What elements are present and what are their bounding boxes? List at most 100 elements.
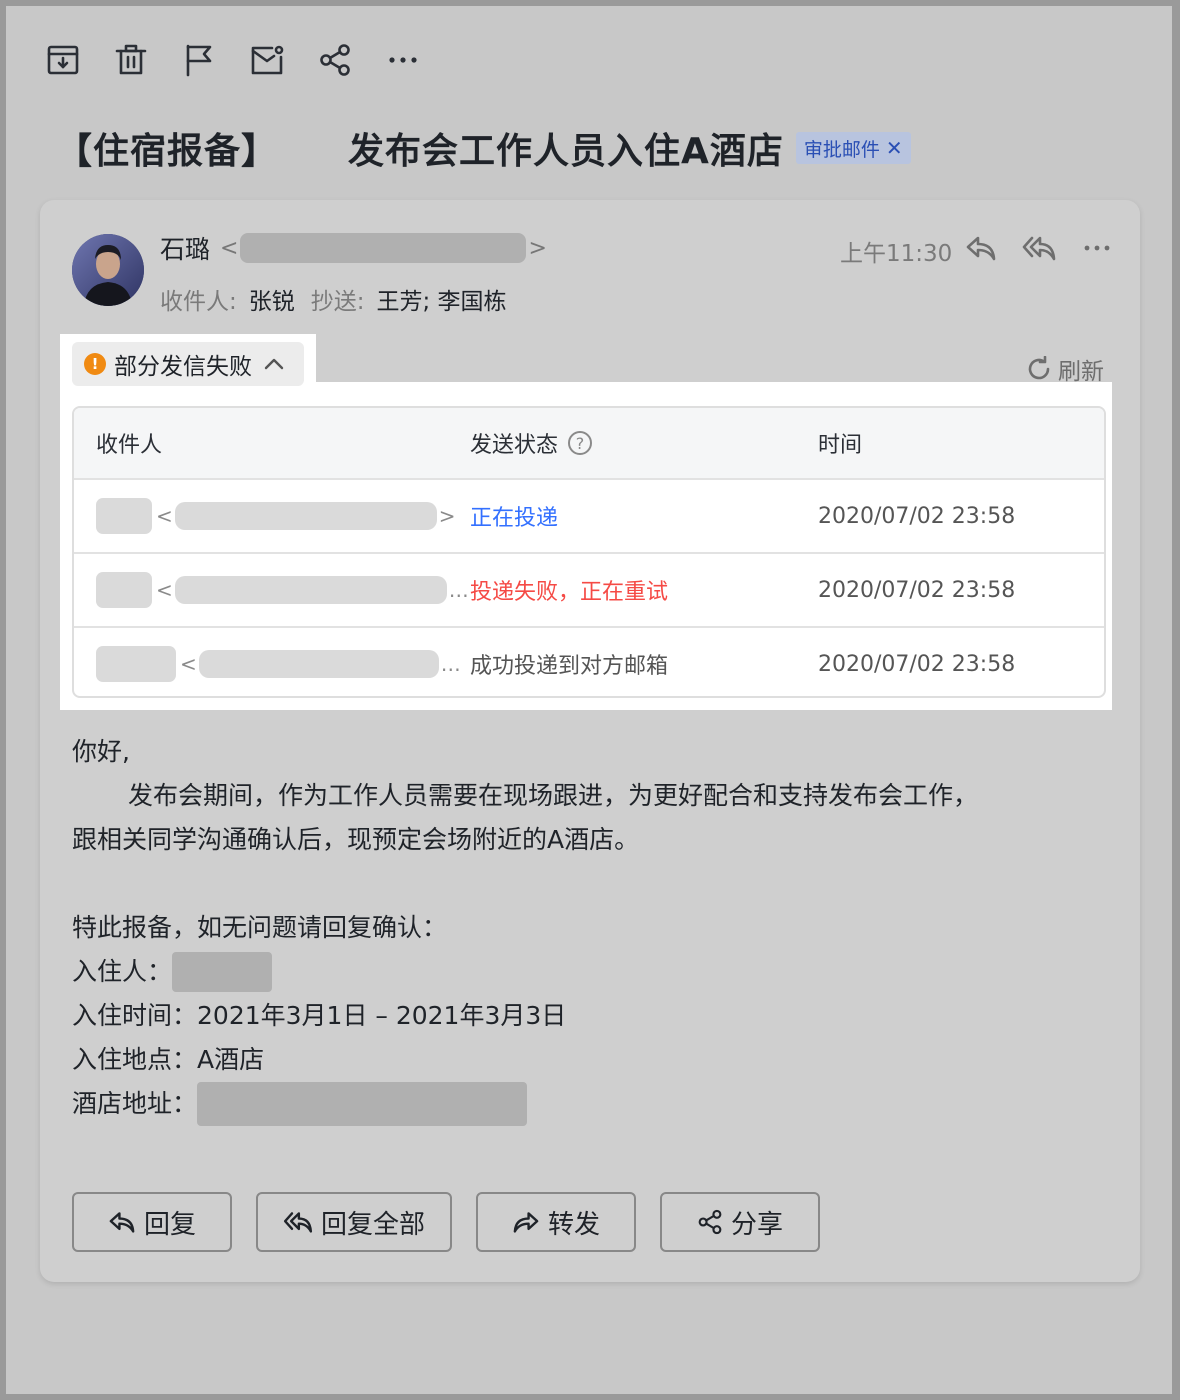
delete-button[interactable]: [110, 40, 152, 80]
mail-subject: 【住宿报备】 发布会工作人员入住A酒店 审批邮件 ✕: [56, 118, 911, 178]
recipient-name-redacted: [96, 572, 152, 608]
recipient-email-redacted: [198, 650, 439, 678]
guest-line: 入住人：: [72, 950, 1112, 994]
help-icon[interactable]: ?: [568, 431, 593, 455]
trash-icon: [115, 44, 147, 75]
subject-title: 发布会工作人员入住A酒店: [348, 131, 784, 172]
avatar[interactable]: [72, 234, 144, 306]
more-icon: [1084, 245, 1110, 251]
row-time: 2020/07/02 23:58: [818, 503, 1016, 529]
mail-window: 【住宿报备】 发布会工作人员入住A酒店 审批邮件 ✕ 石璐 < > 收件人: 张…: [6, 6, 1172, 1394]
body-paragraph: 发布会期间，作为工作人员需要在现场跟进，为更好配合和支持发布会工作，: [128, 781, 979, 810]
subject-prefix: 【住宿报备】: [56, 131, 279, 172]
status-text: 正在投递: [470, 506, 559, 531]
reply-all-icon: [283, 1212, 313, 1233]
place-value: A酒店: [197, 1045, 265, 1074]
toolbar: [42, 40, 424, 80]
forward-icon: [513, 1212, 539, 1233]
date-label: 入住时间：: [72, 1001, 198, 1030]
to-value[interactable]: 张锐: [249, 282, 295, 316]
delivery-fail-label: 部分发信失败: [114, 354, 252, 380]
mark-unread-button[interactable]: [246, 40, 288, 80]
column-time: 时间: [818, 433, 863, 458]
share-toolbar-button[interactable]: [314, 40, 356, 80]
reply-icon: [966, 236, 996, 261]
status-text: 成功投递到对方邮箱: [470, 654, 669, 679]
forward-label: 转发: [547, 1209, 600, 1240]
share-icon: [320, 44, 350, 76]
approval-tag-label: 审批邮件: [803, 138, 880, 161]
guest-redacted: [172, 952, 273, 992]
archive-button[interactable]: [42, 40, 84, 80]
refresh-icon: [1028, 356, 1050, 380]
footer-actions: 回复 回复全部 转发 分享: [72, 1192, 820, 1252]
reply-header-button[interactable]: [962, 230, 1000, 266]
place-label: 入住地点：: [72, 1045, 198, 1074]
sender-name: 石璐: [160, 235, 211, 264]
share-label: 分享: [730, 1209, 783, 1240]
reply-icon: [109, 1212, 135, 1233]
date-line: 入住时间： 2021年3月1日 – 2021年3月3日: [72, 994, 1112, 1038]
row-time: 2020/07/02 23:58: [818, 577, 1016, 603]
refresh-label: 刷新: [1058, 359, 1104, 385]
delivery-fail-toggle[interactable]: ! 部分发信失败: [72, 342, 304, 386]
forward-button[interactable]: 转发: [476, 1192, 636, 1252]
table-row: < … 成功投递到对方邮箱 2020/07/02 23:58: [74, 628, 1104, 696]
flag-button[interactable]: [178, 40, 220, 80]
sender[interactable]: 石璐 < >: [160, 230, 549, 266]
row-recipient: < >: [74, 498, 470, 534]
guest-label: 入住人：: [72, 957, 173, 986]
column-status-label: 发送状态: [470, 433, 559, 458]
table-header: 收件人 发送状态 ? 时间: [74, 408, 1104, 480]
chevron-up-icon: [264, 358, 284, 370]
table-row: < > 正在投递 2020/07/02 23:58: [74, 480, 1104, 554]
delivery-status-table: 收件人 发送状态 ? 时间 < > 正在投递 2020/07/02 23:58: [72, 406, 1106, 698]
column-status: 发送状态 ?: [470, 427, 818, 459]
recipient-email-redacted: [174, 576, 447, 604]
to-label: 收件人:: [160, 289, 237, 315]
mail-card: 石璐 < > 收件人: 张锐 抄送: 王芳; 李国栋 上午11:30 ! 部分发…: [40, 200, 1140, 1282]
reply-all-label: 回复全部: [320, 1209, 425, 1240]
table-row: < … 投递失败，正在重试 2020/07/02 23:58: [74, 554, 1104, 628]
reply-all-header-button[interactable]: [1020, 230, 1058, 266]
refresh-button[interactable]: 刷新: [1026, 352, 1104, 386]
address-redacted: [197, 1082, 528, 1126]
row-recipient: < …: [74, 646, 470, 682]
archive-icon: [47, 45, 79, 75]
reply-all-button[interactable]: 回复全部: [256, 1192, 452, 1252]
mark-unread-icon: [251, 45, 284, 75]
mail-time: 上午11:30: [840, 241, 953, 267]
close-icon[interactable]: ✕: [886, 136, 903, 160]
column-recipient: 收件人: [96, 433, 163, 458]
flag-icon: [186, 44, 212, 77]
mail-body: 你好, 发布会期间，作为工作人员需要在现场跟进，为更好配合和支持发布会工作， 跟…: [72, 730, 1112, 1126]
place-line: 入住地点： A酒店: [72, 1038, 1112, 1082]
recipient-email-redacted: [174, 502, 437, 530]
avatar-image: [72, 234, 144, 306]
cc-label: 抄送:: [310, 289, 365, 315]
row-status: 成功投递到对方邮箱: [470, 648, 818, 680]
reply-label: 回复: [143, 1209, 196, 1240]
row-status: 投递失败，正在重试: [470, 574, 818, 606]
sender-email-redacted: [240, 233, 527, 263]
approval-tag: 审批邮件 ✕: [795, 132, 911, 164]
address-line: 酒店地址：: [72, 1082, 1112, 1126]
share-button[interactable]: 分享: [660, 1192, 820, 1252]
row-recipient: < …: [74, 572, 470, 608]
warning-icon: !: [84, 353, 106, 375]
row-status: 正在投递: [470, 500, 818, 532]
header-actions: [962, 230, 1116, 266]
cc-value[interactable]: 王芳; 李国栋: [377, 282, 507, 316]
recipient-name-redacted: [96, 646, 176, 682]
recipient-name-redacted: [96, 498, 152, 534]
address-label: 酒店地址：: [72, 1089, 198, 1118]
status-text: 投递失败，正在重试: [470, 580, 669, 605]
more-button[interactable]: [382, 40, 424, 80]
greeting: 你好,: [72, 737, 130, 766]
more-header-button[interactable]: [1078, 230, 1116, 266]
share-icon: [698, 1209, 722, 1235]
reply-button[interactable]: 回复: [72, 1192, 232, 1252]
recipients-line: 收件人: 张锐 抄送: 王芳; 李国栋: [160, 282, 507, 316]
date-value: 2021年3月1日 – 2021年3月3日: [197, 1001, 567, 1030]
notice-line: 特此报备，如无问题请回复确认：: [72, 913, 448, 942]
